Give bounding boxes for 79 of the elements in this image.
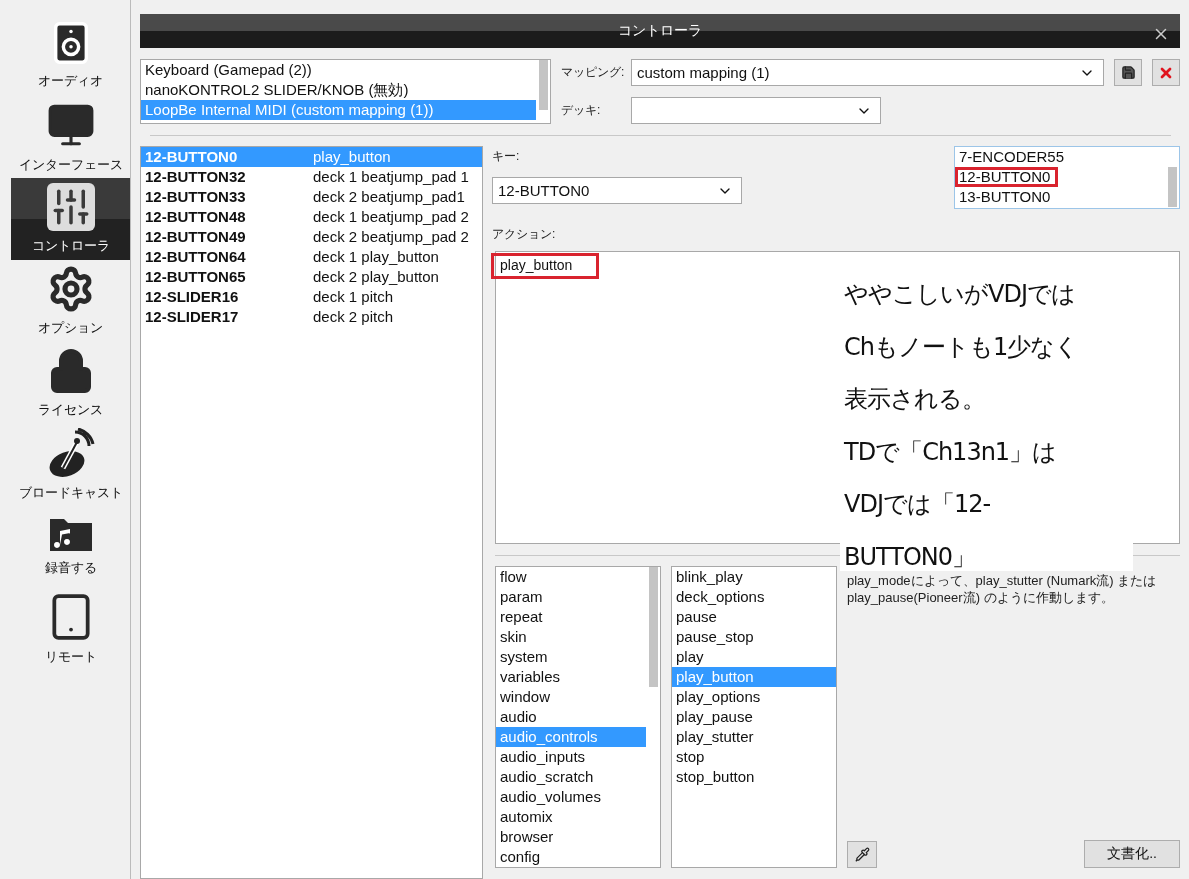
mapping-row[interactable]: 12-BUTTON48 deck 1 beatjump_pad 2 [141,207,482,227]
mapping-select[interactable]: custom mapping (1) [631,59,1104,86]
sidebar-item[interactable]: ライセンス [11,342,130,424]
category-item[interactable]: param [496,587,646,607]
dialog-title: コントローラ [618,22,702,40]
key-item[interactable]: 13-BUTTON0 [955,187,1179,207]
document-button[interactable]: 文書化.. [1084,840,1180,868]
description-text: play_modeによって、play_stutter (Numark流) またはplay_pause(Pioneer流) のように作動します。 [847,572,1158,606]
mapping-row[interactable]: 12-BUTTON65 deck 2 play_button [141,267,482,287]
category-item[interactable]: config [496,847,646,867]
key-select[interactable]: 12-BUTTON0 [492,177,742,204]
verb-item[interactable]: play_pause [672,707,836,727]
sidebar-item[interactable]: 録音する [11,506,130,588]
sidebar-label: オーディオ [38,72,103,90]
mapping-row[interactable]: 12-BUTTON64 deck 1 play_button [141,247,482,267]
verb-item[interactable]: play_stutter [672,727,836,747]
music-folder-icon [47,517,94,553]
category-item[interactable]: repeat [496,607,646,627]
sidebar-label: 録音する [44,559,97,577]
mapping-row[interactable]: 12-BUTTON49 deck 2 beatjump_pad 2 [141,227,482,247]
annotation-line: ややこしいがVDJでは [844,280,1076,308]
eyedropper-button[interactable] [847,841,877,868]
sidebar-item[interactable]: ブロードキャスト [11,424,130,506]
verb-item[interactable]: blink_play [672,567,836,587]
verb-item[interactable]: play [672,647,836,667]
annotation-line: 表示される。 [844,385,986,413]
category-item[interactable]: browser [496,827,646,847]
sidebar-item[interactable]: リモート [11,588,130,670]
sidebar-label: コントローラ [31,237,110,255]
mapping-row[interactable]: 12-SLIDER17 deck 2 pitch [141,307,482,327]
sidebar-item[interactable]: オーディオ [11,14,130,96]
action-label: アクション: [492,226,557,243]
category-item[interactable]: automix [496,807,646,827]
scrollbar-thumb[interactable] [539,60,548,110]
category-item[interactable]: audio_volumes [496,787,646,807]
verb-item[interactable]: stop_button [672,767,836,787]
device-item[interactable]: nanoKONTROL2 SLIDER/KNOB (無効) [141,80,536,100]
category-item[interactable]: skin [496,627,646,647]
save-button[interactable] [1114,59,1142,86]
deck-label: デッキ: [561,102,602,119]
sidebar-label: オプション [38,319,103,337]
category-item[interactable]: audio_inputs [496,747,646,767]
delete-button[interactable] [1152,59,1180,86]
annotation-line: VDJでは「12- [844,490,992,518]
mapping-row[interactable]: 12-SLIDER16 deck 1 pitch [141,287,482,307]
key-item[interactable]: 7-ENCODER55 [955,147,1179,167]
key-item[interactable]: 12-BUTTON0 [955,167,1179,187]
deck-select[interactable] [631,97,881,124]
category-item[interactable]: system [496,647,646,667]
scrollbar-thumb[interactable] [649,567,658,687]
sidebar-label: リモート [44,648,97,666]
verb-item[interactable]: pause_stop [672,627,836,647]
sidebar-item[interactable]: コントローラ [11,178,130,260]
device-item[interactable]: Keyboard (Gamepad (2)) [141,60,536,80]
mapping-label: マッピング: [561,64,626,81]
sidebar-item[interactable]: インターフェース [11,96,130,178]
mapping-row[interactable]: 12-BUTTON32 deck 1 beatjump_pad 1 [141,167,482,187]
sliders-icon [46,183,95,231]
eyedropper-icon [854,847,870,862]
verb-item[interactable]: deck_options [672,587,836,607]
category-item[interactable]: variables [496,667,646,687]
annotation-line: TDで「Ch13n1」は [844,437,1058,466]
mapping-row[interactable]: 12-BUTTON33 deck 2 beatjump_pad1 [141,187,482,207]
category-item[interactable]: audio_scratch [496,767,646,787]
sidebar-label: ライセンス [38,401,103,419]
sidebar-label: ブロードキャスト [18,484,123,502]
category-item[interactable]: audio [496,707,646,727]
scrollbar-thumb[interactable] [1168,167,1177,207]
annotation-line: Chもノートも1少なく [844,332,1080,361]
verb-item[interactable]: play_options [672,687,836,707]
save-icon [1120,65,1136,80]
verb-item[interactable]: pause [672,607,836,627]
annotation-line: BUTTON0」 [844,542,977,571]
category-item[interactable]: flow [496,567,646,587]
category-item[interactable]: window [496,687,646,707]
sidebar-label: インターフェース [18,156,123,174]
sidebar-item[interactable]: オプション [11,260,130,342]
verb-item[interactable]: stop [672,747,836,767]
key-label: キー: [492,148,521,165]
